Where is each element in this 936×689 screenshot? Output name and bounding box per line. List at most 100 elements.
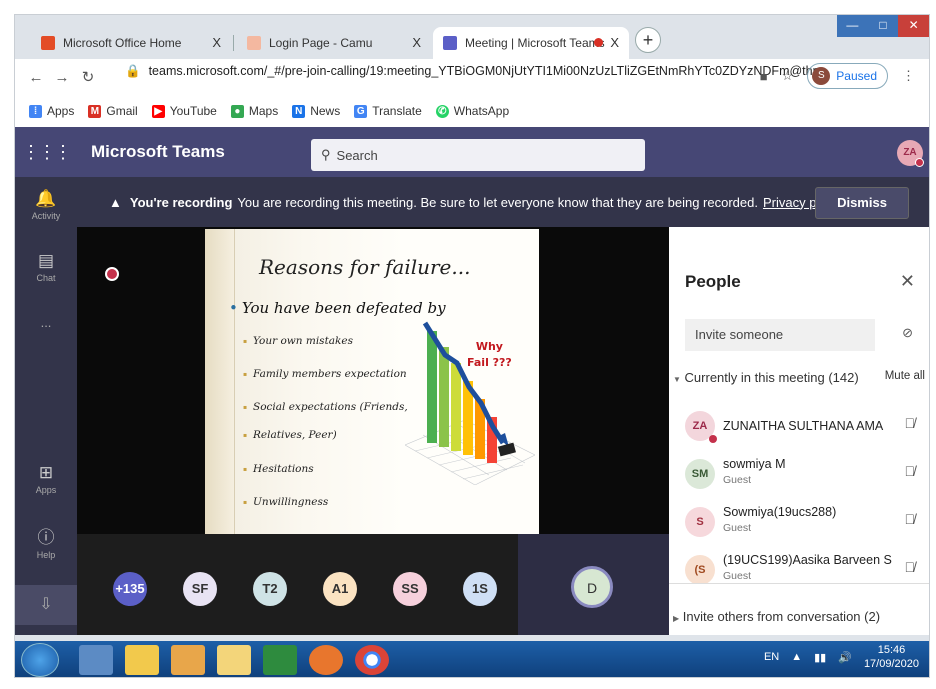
- paint-icon[interactable]: [125, 645, 159, 675]
- bookmark-apps[interactable]: ⁞ Apps: [29, 104, 74, 118]
- participant-name: (19UCS199)Aasika Barveen S: [723, 553, 892, 567]
- windows-taskbar: EN ▲ ▮▮ 🔊 15:46 17/09/2020: [15, 641, 929, 677]
- bookmark-label: YouTube: [169, 104, 217, 118]
- camera-icon[interactable]: ■: [760, 69, 768, 84]
- participant-name: ZUNAITHA SULTHANA AMA: [723, 419, 884, 433]
- tray-arrow-icon[interactable]: ▲: [791, 651, 802, 663]
- chat-icon: ▤: [37, 251, 55, 270]
- people-title: People: [685, 272, 741, 291]
- participant-tile[interactable]: 1S: [463, 572, 497, 606]
- bookmark-youtube[interactable]: ▶ YouTube: [151, 104, 217, 118]
- volume-icon[interactable]: 🔊: [838, 651, 852, 664]
- bookmark-whatsapp[interactable]: ✆ WhatsApp: [435, 104, 509, 118]
- start-button[interactable]: [21, 643, 59, 677]
- star-icon[interactable]: ☆: [782, 68, 794, 84]
- participant-tile[interactable]: A1: [323, 572, 357, 606]
- current-participants-header[interactable]: ▼ Currently in this meeting (142): [673, 370, 859, 385]
- new-tab-button[interactable]: +: [635, 27, 661, 53]
- reload-icon[interactable]: ↻: [75, 68, 101, 86]
- slide-bullet: Unwillingness: [243, 496, 328, 508]
- network-icon[interactable]: ▮▮: [814, 651, 826, 664]
- search-icon: ⚲: [321, 147, 331, 162]
- teams-header: ⋮⋮⋮ Microsoft Teams ⚲ Search ZA: [15, 127, 929, 177]
- recording-title: You're recording: [129, 194, 233, 210]
- bookmark-label: Maps: [248, 104, 279, 118]
- invite-input[interactable]: Invite someone: [685, 319, 875, 351]
- participant-tile[interactable]: SS: [393, 572, 427, 606]
- news-icon: N: [292, 104, 306, 118]
- active-speaker-tile[interactable]: D: [518, 534, 669, 635]
- tab-teams-meeting[interactable]: Meeting | Microsoft Teams X: [433, 27, 629, 59]
- help-icon: ⓘ: [37, 528, 55, 547]
- address-bar[interactable]: 🔒 teams.microsoft.com/_#/pre-join-calling…: [125, 64, 826, 79]
- clock[interactable]: 15:46 17/09/2020: [864, 643, 919, 671]
- forward-icon[interactable]: →: [49, 69, 75, 86]
- rail-label: Activity: [31, 211, 61, 221]
- participant-row[interactable]: (S (19UCS199)Aasika Barveen S Guest 🎙̸: [669, 549, 929, 583]
- rail-chat[interactable]: ▤ Chat: [15, 251, 77, 283]
- maximize-icon[interactable]: □: [868, 15, 899, 37]
- mic-muted-icon[interactable]: 🎙̸: [905, 559, 916, 575]
- url-text: teams.microsoft.com/_#/pre-join-calling/…: [148, 64, 827, 78]
- translate-icon: G: [354, 104, 368, 118]
- minimize-icon[interactable]: —: [837, 15, 868, 37]
- close-icon[interactable]: ✕: [900, 271, 915, 292]
- close-tab-icon[interactable]: X: [412, 35, 421, 50]
- rail-more[interactable]: ...: [15, 315, 77, 330]
- language-indicator[interactable]: EN: [764, 651, 779, 663]
- firefox-icon[interactable]: [309, 645, 343, 675]
- bookmark-label: Gmail: [106, 104, 138, 118]
- menu-icon[interactable]: ⋮: [902, 68, 915, 84]
- search-placeholder: Search: [336, 147, 378, 163]
- clock-app-icon[interactable]: [171, 645, 205, 675]
- participant-tile[interactable]: SF: [183, 572, 217, 606]
- bell-icon: 🔔: [35, 189, 57, 208]
- link-icon[interactable]: ⊘: [902, 325, 913, 341]
- mic-muted-icon[interactable]: 🎙̸: [905, 415, 916, 431]
- file-icon[interactable]: [79, 645, 113, 675]
- gmail-icon: M: [88, 104, 102, 118]
- user-avatar[interactable]: ZA: [897, 140, 924, 167]
- participant-tiles: +135 SF T2 A1 SS 1S D: [77, 534, 669, 635]
- close-window-icon[interactable]: ✕: [898, 15, 929, 37]
- participant-row[interactable]: S Sowmiya(19ucs288) Guest 🎙̸: [669, 501, 929, 547]
- search-input[interactable]: ⚲ Search: [311, 139, 645, 171]
- mic-muted-icon[interactable]: 🎙̸: [905, 511, 916, 527]
- mic-muted-icon[interactable]: 🎙̸: [905, 463, 916, 479]
- chrome-icon[interactable]: [355, 645, 389, 675]
- office-icon: [41, 36, 55, 50]
- close-tab-icon[interactable]: X: [610, 35, 619, 50]
- bookmark-news[interactable]: N News: [292, 104, 340, 118]
- bookmark-translate[interactable]: G Translate: [354, 104, 422, 118]
- tab-office-home[interactable]: Microsoft Office Home X: [31, 27, 231, 59]
- rail-apps[interactable]: ⊞ Apps: [15, 463, 77, 495]
- rail-activity[interactable]: 🔔 Activity: [15, 189, 77, 221]
- participant-row[interactable]: SM sowmiya M Guest 🎙̸: [669, 453, 929, 499]
- slide-title: Reasons for failure...: [259, 255, 471, 279]
- bookmark-gmail[interactable]: M Gmail: [88, 104, 138, 118]
- slide-bullet: Hesitations: [243, 463, 314, 475]
- current-label: Currently in this meeting (142): [684, 370, 859, 385]
- participant-role: Guest: [723, 522, 752, 534]
- tab-login-camu[interactable]: Login Page - Camu X: [237, 27, 431, 59]
- rail-help[interactable]: ⓘ Help: [15, 523, 77, 560]
- participant-name: Sowmiya(19ucs288): [723, 505, 837, 519]
- back-icon[interactable]: ←: [23, 69, 49, 86]
- maps-icon: ●: [230, 104, 244, 118]
- time: 15:46: [877, 644, 906, 656]
- why-fail-label: Why Fail ???: [467, 339, 512, 371]
- close-tab-icon[interactable]: X: [212, 35, 221, 50]
- profile-button[interactable]: S Paused: [807, 63, 888, 89]
- mute-all-button[interactable]: Mute all: [885, 370, 925, 382]
- bookmark-maps[interactable]: ● Maps: [230, 104, 279, 118]
- folder-icon[interactable]: [217, 645, 251, 675]
- download-icon[interactable]: ⇩: [15, 585, 77, 625]
- waffle-icon[interactable]: ⋮⋮⋮: [15, 142, 77, 163]
- participant-tile[interactable]: T2: [253, 572, 287, 606]
- invite-others-row[interactable]: ▶ Invite others from conversation (2): [673, 609, 880, 624]
- more-participants-tile[interactable]: +135: [113, 572, 147, 606]
- participant-row[interactable]: ZA ZUNAITHA SULTHANA AMA 🎙̸: [669, 405, 929, 451]
- excel-icon[interactable]: [263, 645, 297, 675]
- dismiss-button[interactable]: Dismiss: [815, 187, 909, 219]
- rail-label: ...: [40, 315, 52, 330]
